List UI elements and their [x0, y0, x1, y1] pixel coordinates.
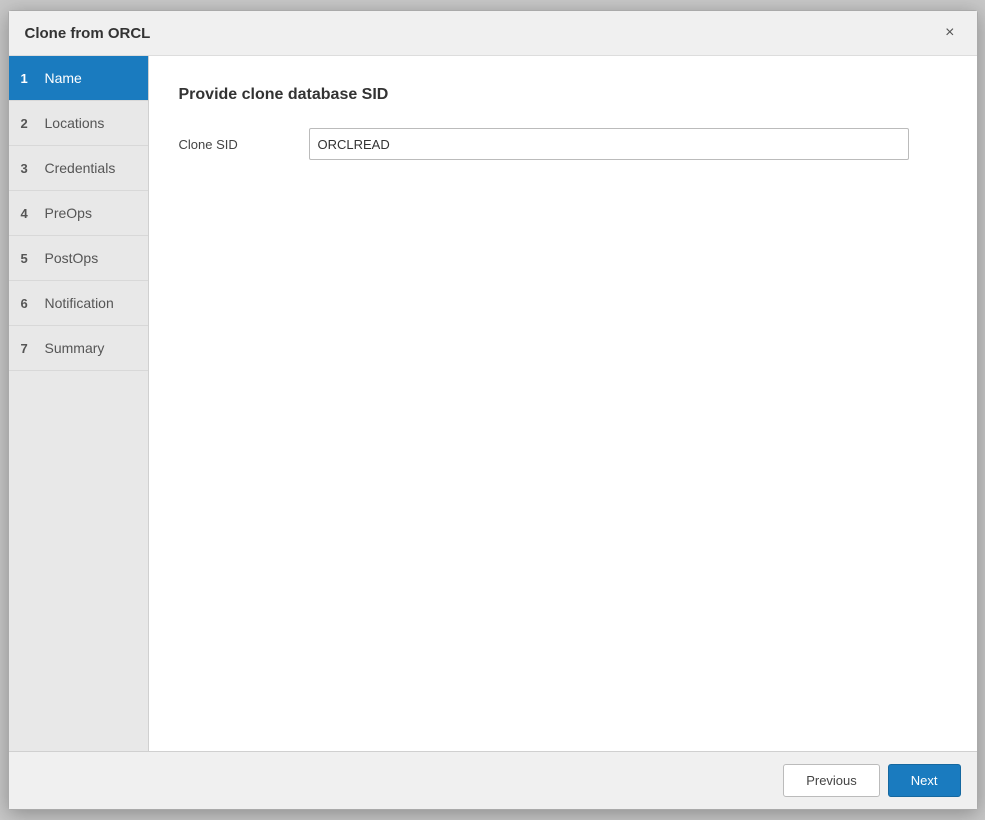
next-button[interactable]: Next [888, 764, 961, 797]
step-label-notification: Notification [45, 295, 114, 311]
step-num-5: 5 [21, 251, 37, 266]
close-button[interactable]: × [939, 23, 960, 43]
step-label-name: Name [45, 70, 82, 86]
step-num-6: 6 [21, 296, 37, 311]
clone-sid-input[interactable] [309, 128, 909, 160]
dialog-body: 1 Name 2 Locations 3 Credentials 4 PreOp… [9, 56, 977, 751]
step-num-1: 1 [21, 71, 37, 86]
step-num-2: 2 [21, 116, 37, 131]
step-label-credentials: Credentials [45, 160, 116, 176]
sidebar-item-postops[interactable]: 5 PostOps [9, 236, 148, 281]
sidebar-item-name[interactable]: 1 Name [9, 56, 148, 101]
step-label-preops: PreOps [45, 205, 92, 221]
sidebar-item-credentials[interactable]: 3 Credentials [9, 146, 148, 191]
previous-button[interactable]: Previous [783, 764, 880, 797]
sidebar-item-notification[interactable]: 6 Notification [9, 281, 148, 326]
clone-sid-row: Clone SID [179, 128, 947, 160]
clone-dialog: Clone from ORCL × 1 Name 2 Locations 3 C… [8, 10, 978, 810]
dialog-header: Clone from ORCL × [9, 11, 977, 56]
step-num-7: 7 [21, 341, 37, 356]
main-content: Provide clone database SID Clone SID [149, 56, 977, 751]
step-label-summary: Summary [45, 340, 105, 356]
step-label-locations: Locations [45, 115, 105, 131]
clone-sid-label: Clone SID [179, 137, 309, 152]
sidebar-item-locations[interactable]: 2 Locations [9, 101, 148, 146]
sidebar: 1 Name 2 Locations 3 Credentials 4 PreOp… [9, 56, 149, 751]
step-num-4: 4 [21, 206, 37, 221]
dialog-title: Clone from ORCL [25, 25, 151, 42]
sidebar-item-summary[interactable]: 7 Summary [9, 326, 148, 371]
section-title: Provide clone database SID [179, 86, 947, 104]
step-num-3: 3 [21, 161, 37, 176]
dialog-footer: Previous Next [9, 751, 977, 809]
step-label-postops: PostOps [45, 250, 99, 266]
sidebar-item-preops[interactable]: 4 PreOps [9, 191, 148, 236]
